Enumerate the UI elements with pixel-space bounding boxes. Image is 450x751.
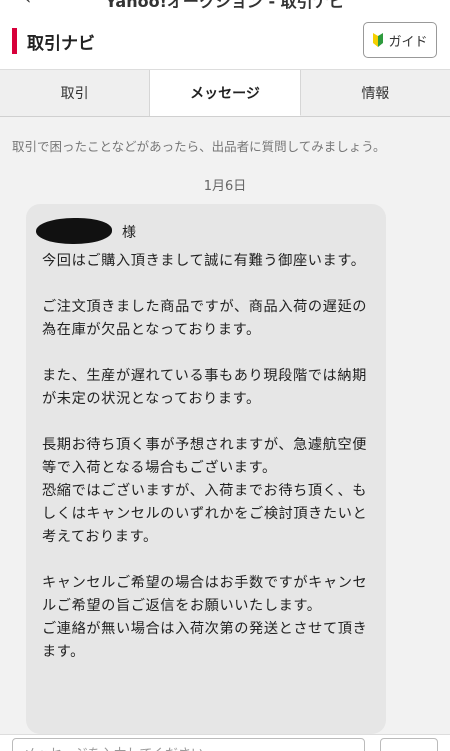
recipient-row: 様	[36, 216, 372, 250]
send-button[interactable]	[380, 738, 438, 751]
beginner-leaf-icon	[373, 33, 384, 47]
guide-button[interactable]: ガイド	[363, 22, 437, 58]
reply-input[interactable]: メッセージを入力してください	[12, 738, 365, 751]
app-title-bar: ‹ Yahoo!オークション - 取引ナビ	[0, 0, 450, 10]
redacted-name	[36, 218, 112, 244]
message-paragraph: ご注文頂きました商品ですが、商品入荷の遅延の為在庫が欠品となっております。	[42, 299, 368, 338]
page-header: 取引ナビ ガイド	[0, 10, 450, 70]
message-paragraph: 今回はご購入頂きまして誠に有難う御座います。	[42, 253, 366, 269]
tab-info[interactable]: 情報	[300, 70, 450, 116]
tab-message[interactable]: メッセージ	[150, 70, 301, 116]
message-paragraph: 長期お待ち頂く事が予想されますが、急遽航空便等で入荷となる場合もございます。 恐…	[42, 437, 368, 545]
app-title: Yahoo!オークション - 取引ナビ	[105, 0, 345, 10]
message-date: 1月6日	[203, 179, 247, 194]
message-paragraph: また、生産が遅れている事もあり現段階では納期が未定の状況となっております。	[42, 368, 367, 407]
tab-bar: 取引 メッセージ 情報	[0, 70, 450, 117]
guide-button-label: ガイド	[388, 34, 428, 50]
reply-bar: メッセージを入力してください	[0, 734, 450, 751]
header-accent-bar	[12, 28, 17, 54]
tab-transaction[interactable]: 取引	[0, 70, 151, 116]
honorific: 様	[122, 225, 136, 241]
message-body: 今回はご購入頂きまして誠に有難う御座います。 ご注文頂きました商品ですが、商品入…	[42, 250, 372, 664]
page-title: 取引ナビ	[27, 34, 95, 54]
message-paragraph: キャンセルご希望の場合はお手数ですがキャンセルご希望の旨ご返信をお願いいたします…	[42, 575, 368, 660]
message-bubble: 様 今回はご購入頂きまして誠に有難う御座います。 ご注文頂きました商品ですが、商…	[26, 204, 386, 734]
help-hint: 取引で困ったことなどがあったら、出品者に質問してみましょう。	[12, 139, 386, 154]
